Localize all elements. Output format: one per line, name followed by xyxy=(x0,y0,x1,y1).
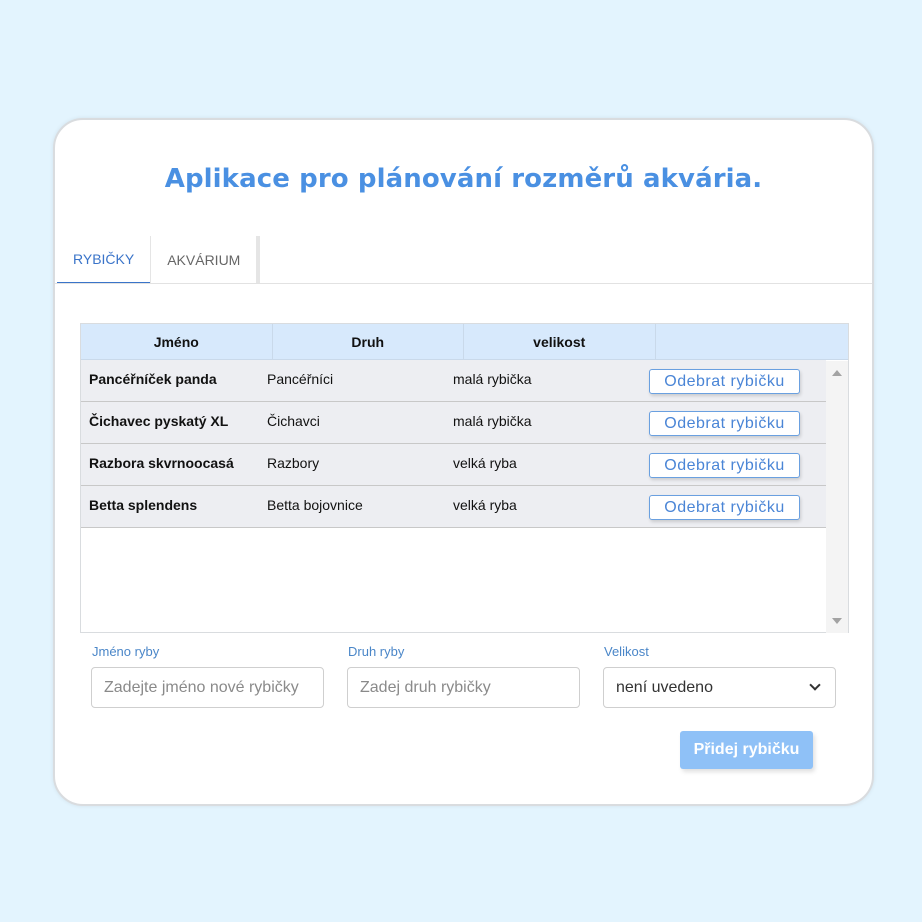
table-body: Pancéřníček panda Pancéřníci malá rybičk… xyxy=(81,360,826,528)
tab-akvarium[interactable]: AKVÁRIUM xyxy=(150,236,261,284)
cell-velikost: malá rybička xyxy=(453,413,532,429)
column-header-action xyxy=(656,324,849,360)
cell-velikost: malá rybička xyxy=(453,371,532,387)
remove-fish-button[interactable]: Odebrat rybičku xyxy=(649,495,800,520)
column-header-velikost: velikost xyxy=(464,324,656,360)
table-scrollbar[interactable] xyxy=(826,361,848,633)
tab-bar: RYBIČKY AKVÁRIUM xyxy=(57,236,261,284)
cell-name: Pancéřníček panda xyxy=(89,371,217,387)
scroll-down-arrow-icon[interactable] xyxy=(832,618,842,624)
cell-velikost: velká ryba xyxy=(453,455,517,471)
remove-fish-button[interactable]: Odebrat rybičku xyxy=(649,453,800,478)
fish-size-label: Velikost xyxy=(604,644,649,659)
fish-species-input[interactable] xyxy=(347,667,580,708)
table-header: Jméno Druh velikost xyxy=(81,324,848,360)
fish-name-label: Jméno ryby xyxy=(92,644,160,659)
cell-druh: Pancéřníci xyxy=(267,371,334,387)
app-card: Aplikace pro plánování rozměrů akvária. … xyxy=(53,118,874,806)
cell-name: Betta splendens xyxy=(89,497,198,513)
tabs-divider xyxy=(55,283,872,284)
column-header-jmeno: Jméno xyxy=(81,324,273,360)
cell-druh: Čichavci xyxy=(267,413,320,429)
table-row: Betta splendens Betta bojovnice velká ry… xyxy=(81,486,826,528)
scroll-up-arrow-icon[interactable] xyxy=(832,370,842,376)
add-fish-button[interactable]: Přidej rybičku xyxy=(680,731,813,769)
cell-druh: Betta bojovnice xyxy=(267,497,363,513)
chevron-down-icon xyxy=(809,679,821,691)
table-row: Čichavec pyskatý XL Čichavci malá rybičk… xyxy=(81,402,826,444)
fish-species-label: Druh ryby xyxy=(348,644,405,659)
page-title: Aplikace pro plánování rozměrů akvária. xyxy=(164,164,763,194)
fish-size-select[interactable]: není uvedeno xyxy=(603,667,836,708)
table-row: Pancéřníček panda Pancéřníci malá rybičk… xyxy=(81,360,826,402)
fish-name-input[interactable] xyxy=(91,667,324,708)
fish-size-selected-value: není uvedeno xyxy=(616,678,713,696)
cell-name: Čichavec pyskatý XL xyxy=(89,413,229,429)
column-header-druh: Druh xyxy=(273,324,464,360)
remove-fish-button[interactable]: Odebrat rybičku xyxy=(649,369,800,394)
cell-velikost: velká ryba xyxy=(453,497,517,513)
cell-name: Razbora skvrnoocasá xyxy=(89,455,234,471)
fish-table: Jméno Druh velikost Pancéřníček panda Pa… xyxy=(80,323,849,633)
table-row: Razbora skvrnoocasá Razbory velká ryba O… xyxy=(81,444,826,486)
remove-fish-button[interactable]: Odebrat rybičku xyxy=(649,411,800,436)
tab-rybicky[interactable]: RYBIČKY xyxy=(57,236,151,284)
cell-druh: Razbory xyxy=(267,455,320,471)
